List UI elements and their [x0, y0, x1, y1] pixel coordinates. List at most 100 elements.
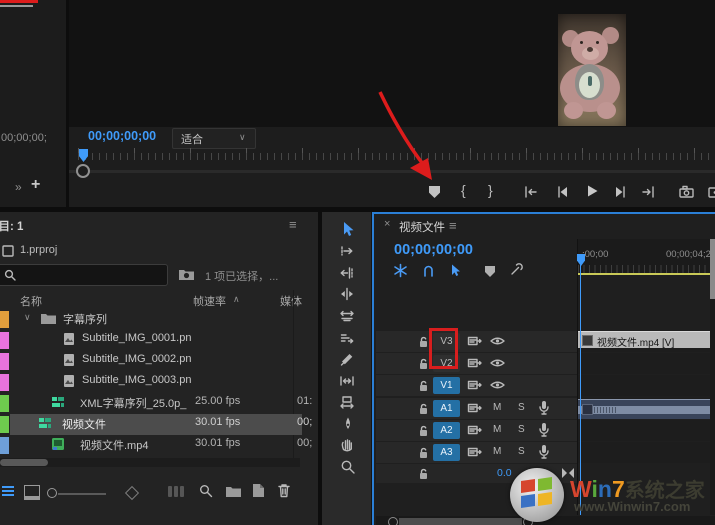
sync-lock-icon[interactable] — [467, 402, 482, 414]
list-item-selected[interactable]: 视频文件 — [62, 416, 106, 432]
mic-icon[interactable] — [538, 422, 550, 438]
linked-selection-icon[interactable] — [448, 263, 463, 278]
play-button[interactable] — [584, 183, 600, 199]
adjust-icon[interactable] — [125, 486, 139, 500]
snap-toggle-icon[interactable] — [421, 263, 436, 278]
column-header-media[interactable]: 媒体 — [280, 293, 302, 309]
track-target-a2[interactable]: A2 — [433, 422, 460, 439]
new-item-button[interactable] — [252, 483, 265, 498]
project-file-name[interactable]: 1.prproj — [20, 244, 57, 256]
selection-tool[interactable] — [339, 221, 355, 237]
project-hscrollbar[interactable] — [0, 458, 300, 467]
export-frame-button[interactable] — [678, 184, 696, 200]
track-row-a3[interactable] — [578, 442, 713, 463]
mute-button[interactable]: M — [493, 446, 501, 457]
track-row-v2[interactable] — [578, 353, 713, 374]
mark-in-button[interactable]: { — [461, 182, 466, 198]
scrollbar-thumb[interactable] — [399, 518, 522, 525]
sync-lock-icon[interactable] — [467, 379, 482, 391]
sync-lock-icon[interactable] — [467, 424, 482, 436]
column-header-framerate[interactable]: 帧速率 — [193, 293, 226, 309]
list-item[interactable]: 字幕序列 — [63, 311, 107, 327]
mute-button[interactable]: M — [493, 424, 501, 435]
list-item[interactable]: Subtitle_IMG_0001.pn — [82, 332, 191, 344]
slide-tool[interactable] — [339, 394, 355, 410]
program-timecode[interactable]: 00;00;00;00 — [88, 129, 156, 143]
label-swatch[interactable] — [0, 437, 9, 454]
scrollbar-thumb[interactable] — [0, 459, 48, 466]
project-tab[interactable]: 项目: 1 — [0, 218, 23, 234]
timeline-ruler[interactable]: ;00;00 00;00;04;2 — [578, 239, 715, 274]
find-button[interactable] — [199, 484, 213, 498]
search-input[interactable] — [0, 264, 168, 286]
go-to-in-button[interactable] — [523, 184, 539, 200]
eye-icon[interactable] — [490, 336, 505, 346]
sync-lock-icon[interactable] — [467, 357, 482, 369]
sync-lock-icon[interactable] — [467, 335, 482, 347]
pen-tool[interactable] — [340, 416, 356, 432]
solo-button[interactable]: S — [518, 446, 525, 457]
trash-button[interactable] — [277, 483, 291, 498]
zoom-tool[interactable] — [340, 459, 356, 475]
lock-icon[interactable] — [418, 335, 429, 348]
scrollbar-thumb[interactable] — [710, 239, 715, 299]
column-header-name[interactable]: 名称 — [20, 293, 42, 309]
slip-tool[interactable] — [339, 373, 355, 389]
scrub-handle[interactable] — [76, 164, 90, 178]
remix-tool[interactable] — [339, 330, 355, 346]
folder-chevron-icon[interactable]: ∨ — [24, 312, 31, 323]
track-select-forward-tool[interactable] — [339, 243, 355, 259]
new-bin-button[interactable] — [225, 485, 242, 498]
work-area-bar[interactable] — [578, 273, 715, 275]
timeline-settings-wrench-icon[interactable] — [508, 262, 524, 278]
label-swatch[interactable] — [0, 395, 9, 412]
lock-icon[interactable] — [418, 379, 429, 392]
rolling-edit-tool[interactable] — [339, 286, 355, 302]
label-swatch[interactable] — [0, 353, 9, 370]
panel-menu-icon[interactable]: ≡ — [289, 217, 297, 232]
ripple-edit-tool[interactable] — [339, 265, 355, 281]
icon-view-button[interactable] — [24, 485, 40, 500]
list-view-button[interactable] — [2, 485, 14, 497]
step-forward-button[interactable] — [612, 184, 628, 200]
lock-icon[interactable] — [418, 402, 429, 415]
fit-dropdown[interactable]: 适合 ∨ — [172, 128, 256, 149]
mic-icon[interactable] — [538, 400, 550, 416]
monitor-playhead-icon[interactable] — [79, 149, 88, 162]
rate-stretch-tool[interactable] — [339, 308, 355, 324]
eye-icon[interactable] — [490, 380, 505, 390]
list-item[interactable]: XML字幕序列_25.0p_ — [80, 395, 186, 411]
zoom-handle-left[interactable] — [388, 517, 398, 525]
label-swatch[interactable] — [0, 416, 9, 433]
solo-button[interactable]: S — [518, 424, 525, 435]
sync-lock-icon[interactable] — [467, 446, 482, 458]
expand-chevrons-icon[interactable]: » — [15, 180, 22, 194]
eye-icon[interactable] — [490, 358, 505, 368]
zoom-slider-knob[interactable] — [47, 488, 57, 498]
timeline-tab[interactable]: 视频文件 — [399, 219, 445, 235]
panel-menu-icon[interactable]: ≡ — [449, 218, 457, 233]
nest-toggle-icon[interactable] — [393, 263, 408, 278]
solo-button[interactable]: S — [518, 402, 525, 413]
comparison-view-button[interactable] — [707, 184, 715, 200]
track-row-a2[interactable] — [578, 420, 713, 441]
bin-icon[interactable] — [178, 267, 195, 281]
timeline-timecode[interactable]: 00;00;00;00 — [394, 242, 473, 258]
track-row-v1[interactable] — [578, 375, 713, 396]
label-swatch[interactable] — [0, 374, 9, 391]
add-button[interactable]: + — [31, 176, 40, 194]
track-target-v1[interactable]: V1 — [433, 377, 460, 394]
list-item[interactable]: 视频文件.mp4 — [80, 437, 148, 453]
close-icon[interactable]: × — [384, 218, 390, 230]
timeline-marker-icon[interactable] — [485, 266, 495, 277]
lock-icon[interactable] — [418, 467, 429, 480]
lock-icon[interactable] — [418, 357, 429, 370]
hand-tool[interactable] — [339, 437, 355, 453]
lock-icon[interactable] — [418, 424, 429, 437]
label-swatch[interactable] — [0, 332, 9, 349]
track-target-a3[interactable]: A3 — [433, 444, 460, 461]
mark-out-button[interactable]: } — [488, 182, 493, 198]
mic-icon[interactable] — [538, 444, 550, 460]
video-clip[interactable]: 视频文件.mp4 [V] — [578, 331, 715, 348]
razor-tool[interactable] — [339, 351, 355, 367]
